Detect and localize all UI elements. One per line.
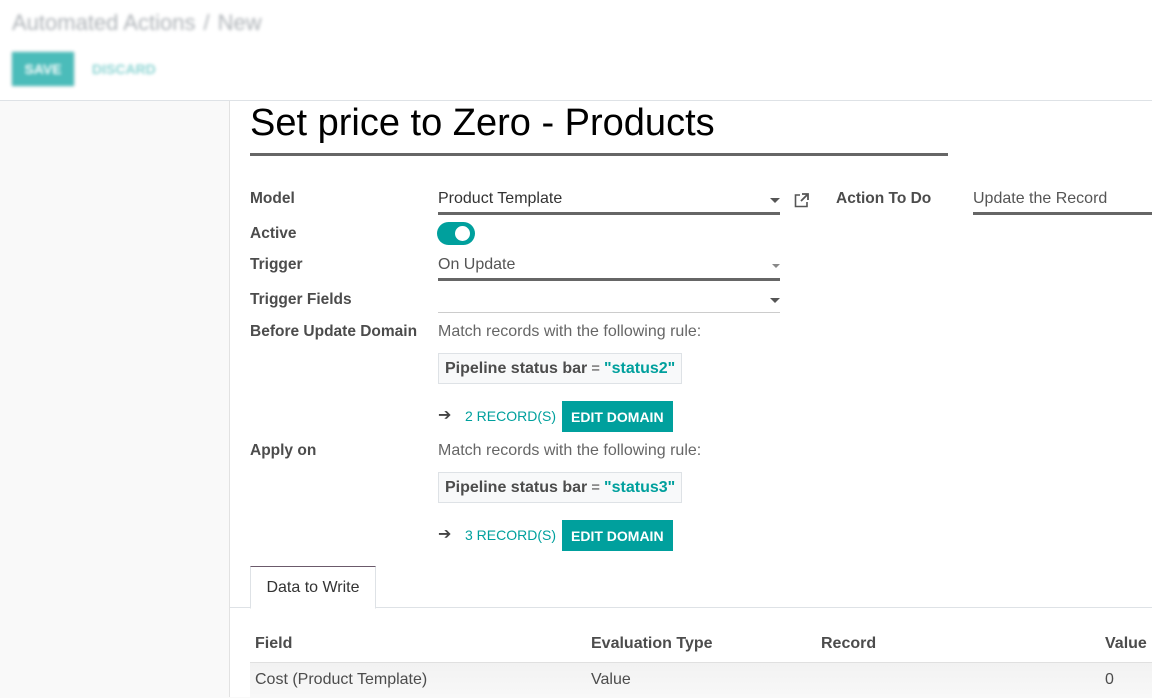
column-header-field[interactable]: Field [255,635,292,653]
before-update-domain-label: Before Update Domain [250,323,418,340]
breadcrumb-current: New [217,10,262,35]
rule-field: Pipeline status bar [445,479,588,496]
apply-on-records-link[interactable]: 3 RECORD(S) [465,527,556,543]
rule-operator: = [591,360,601,377]
arrow-right-icon: ➔ [438,407,452,424]
action-to-do-label: Action To Do [836,190,932,207]
column-header-value[interactable]: Value [1105,635,1147,653]
form-sheet: Set price to Zero - Products Model Produ… [229,101,1152,698]
breadcrumb-separator: / [203,10,210,35]
trigger-value: On Update [438,256,516,273]
model-label: Model [250,190,295,207]
action-name-input[interactable]: Set price to Zero - Products [250,101,948,156]
active-toggle[interactable] [437,222,475,245]
trigger-fields-label: Trigger Fields [250,291,352,308]
active-label: Active [250,225,297,242]
before-domain-rule: Pipeline status bar = "status2" [438,353,683,384]
cell-evaluation-type: Value [591,671,631,688]
toggle-knob [455,226,470,241]
cell-field: Cost (Product Template) [255,671,428,688]
chevron-down-icon [772,264,780,268]
rule-operator: = [591,479,601,496]
before-domain-records-link[interactable]: 2 RECORD(S) [465,408,556,424]
rule-value: "status3" [604,479,676,496]
action-to-do-value: Update the Record [973,190,1108,207]
column-header-evaluation-type[interactable]: Evaluation Type [591,635,713,653]
column-header-record[interactable]: Record [821,635,876,653]
apply-on-rule: Pipeline status bar = "status3" [438,472,683,503]
apply-on-label: Apply on [250,442,317,459]
chevron-down-icon [770,298,780,303]
trigger-label: Trigger [250,256,303,273]
before-domain-intro: Match records with the following rule: [438,323,702,340]
trigger-fields-input[interactable] [438,291,780,313]
discard-button[interactable]: DISCARD [84,52,164,86]
model-value: Product Template [438,190,563,207]
control-panel: Automated Actions / New SAVE DISCARD [0,0,1152,101]
external-link-icon[interactable] [793,192,810,214]
before-domain-edit-button[interactable]: EDIT DOMAIN [562,401,673,432]
chevron-down-icon [770,198,780,203]
save-button[interactable]: SAVE [12,52,74,86]
apply-on-edit-button[interactable]: EDIT DOMAIN [562,520,673,551]
model-select[interactable]: Product Template [438,190,780,215]
rule-field: Pipeline status bar [445,360,588,377]
breadcrumb: Automated Actions / New [12,10,262,36]
arrow-right-icon: ➔ [438,526,452,543]
apply-on-intro: Match records with the following rule: [438,442,702,459]
cell-value: 0 [1105,671,1114,688]
action-to-do-select[interactable]: Update the Record [973,190,1152,215]
tab-data-to-write[interactable]: Data to Write [250,566,376,609]
table-row[interactable]: Cost (Product Template) Value 0 [250,662,1152,698]
breadcrumb-parent[interactable]: Automated Actions [12,10,195,35]
rule-value: "status2" [604,360,676,377]
trigger-select[interactable]: On Update [438,256,780,281]
